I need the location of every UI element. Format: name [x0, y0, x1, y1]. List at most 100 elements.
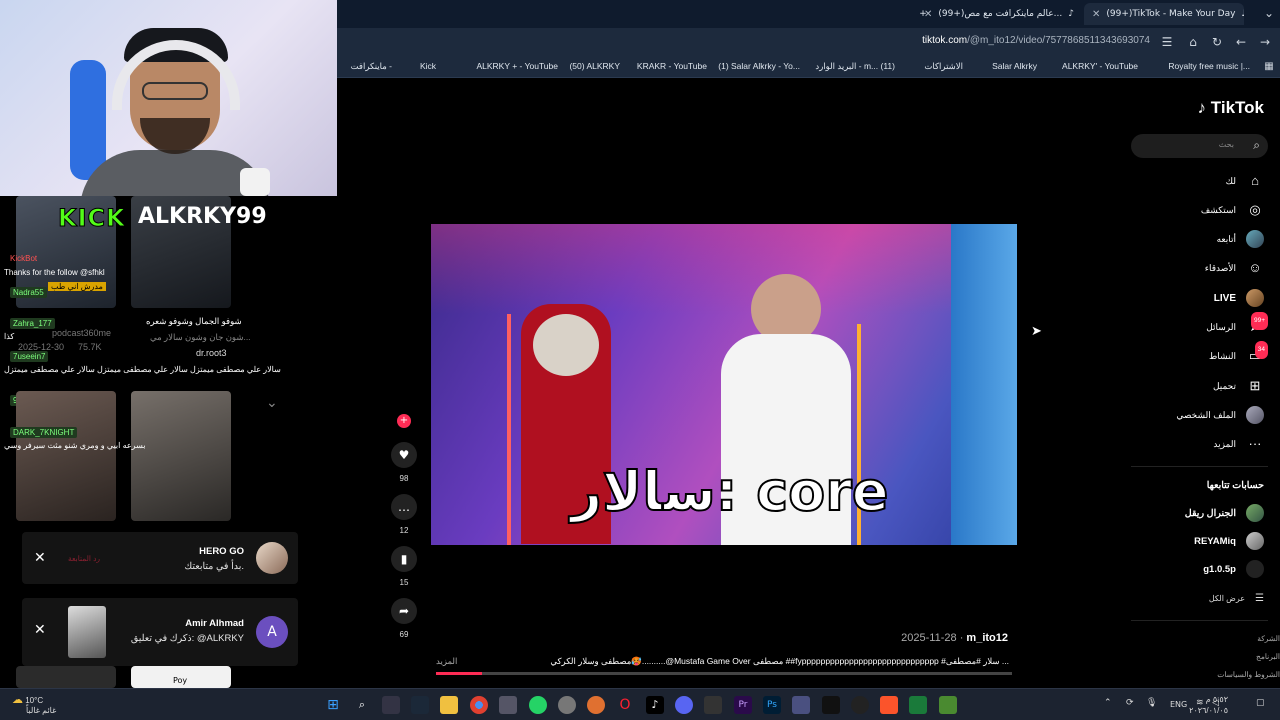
brave-icon[interactable]	[880, 696, 898, 714]
file-explorer-icon[interactable]	[440, 696, 458, 714]
video-title[interactable]: شوفو الجمال وشوفو شعره	[146, 316, 242, 327]
bookmark[interactable]: ALKRKY' - YouTube	[1062, 61, 1138, 71]
premiere-icon[interactable]: Pr	[734, 696, 752, 714]
see-all-link[interactable]: عرض الكل ☰	[1209, 588, 1264, 608]
video-author[interactable]: podcast360me	[52, 328, 111, 338]
bookmark[interactable]: ماينكرافت -	[351, 61, 392, 72]
footer-link[interactable]: البرنامج	[1256, 652, 1280, 661]
nav-explore[interactable]: استكشف ◎	[1201, 200, 1264, 220]
bookmark[interactable]: الاشتراكات	[924, 61, 963, 72]
search-icon[interactable]: ⌕	[1253, 138, 1260, 153]
app-icon[interactable]	[558, 696, 576, 714]
nav-upload[interactable]: تحميل ⊞	[1213, 376, 1264, 396]
follow-notification[interactable]: ✕ HERO GO بدأ في متابعتك. رد المتابعة	[22, 532, 298, 584]
tab-search-icon[interactable]: ⌄	[1262, 6, 1276, 20]
heart-icon[interactable]: ♥	[391, 442, 417, 468]
bookmark[interactable]: ALKRKY + - YouTube	[476, 61, 558, 71]
creator-avatar[interactable]: +	[391, 395, 417, 428]
video-title[interactable]: شون جان وشون سالار مي...	[150, 332, 251, 343]
save-button[interactable]: ▮ 15	[391, 546, 417, 587]
bookmark[interactable]: KRAKR - YouTube	[637, 61, 707, 71]
home-icon[interactable]: ⌂	[1186, 35, 1200, 49]
app-icon[interactable]	[499, 696, 517, 714]
tab-tiktok[interactable]: ✕ (99+)TikTok - Make Your Day ♪	[1084, 3, 1244, 25]
obs-icon[interactable]	[851, 696, 869, 714]
app-icon[interactable]	[587, 696, 605, 714]
close-tab-icon[interactable]: ✕	[1092, 9, 1100, 20]
video-author[interactable]: dr.root3	[196, 348, 227, 358]
video-thumbnail[interactable]: Poy	[131, 666, 231, 688]
weather-widget[interactable]: ☁ 10°C غائم غالباً	[12, 693, 56, 715]
bookmark-icon[interactable]: ▮	[391, 546, 417, 572]
bookmark[interactable]: (1) Salar Alkrky - Yo...	[718, 61, 800, 71]
nav-activity[interactable]: النشاط ▭34	[1209, 341, 1268, 366]
comment-button[interactable]: … 12	[391, 494, 417, 535]
nav-following[interactable]: أتابعه	[1217, 229, 1264, 249]
language-indicator[interactable]: ENG	[1170, 700, 1187, 709]
nav-live[interactable]: LIVE	[1214, 288, 1264, 308]
clock[interactable]: ٥:٥٢ م ٢٠٢٦/٠١/٠٥	[1189, 694, 1228, 716]
reload-icon[interactable]: ↻	[1210, 35, 1224, 49]
video-progress-bar[interactable]	[436, 672, 1012, 675]
photoshop-icon[interactable]: Ps	[763, 696, 781, 714]
video-player[interactable]: سالار: core	[431, 224, 1017, 545]
bookmark[interactable]: (50) ALKRKY	[569, 61, 620, 71]
back-icon[interactable]: →	[1258, 35, 1272, 49]
site-settings-icon[interactable]: ☰	[1160, 35, 1174, 49]
share-button[interactable]: ➦ 69	[391, 598, 417, 639]
nav-messages[interactable]: الرسائل ➤99+	[1206, 312, 1268, 337]
capcut-icon[interactable]	[822, 696, 840, 714]
nav-friends[interactable]: الأصدقاء ☺	[1205, 258, 1264, 278]
following-account[interactable]: g1.0.5p	[1203, 559, 1264, 579]
close-icon[interactable]: ✕	[34, 550, 46, 566]
bookmark[interactable]: Royalty free music |...	[1168, 61, 1250, 71]
bookmark[interactable]: البريد الوارد - m... (11)	[815, 61, 895, 72]
video-thumbnail[interactable]	[16, 666, 116, 688]
task-view-icon[interactable]	[382, 696, 400, 714]
app-icon[interactable]	[704, 696, 722, 714]
minecraft-icon[interactable]	[939, 696, 957, 714]
opera-icon[interactable]: O	[616, 696, 634, 714]
bookmark[interactable]: Salar Alkrky	[992, 61, 1037, 71]
mic-icon[interactable]: 🎙	[1146, 698, 1157, 708]
following-account[interactable]: REYAMiq	[1194, 531, 1264, 551]
bookmark[interactable]: Kick	[420, 61, 436, 71]
comment-icon[interactable]: …	[391, 494, 417, 520]
footer-link[interactable]: الشركة	[1257, 634, 1280, 643]
chevron-down-icon[interactable]: ⌄	[266, 394, 278, 411]
whatsapp-icon[interactable]	[529, 696, 547, 714]
video-author[interactable]: m_ito12	[966, 632, 1008, 644]
steam-icon[interactable]	[411, 696, 429, 714]
url-field[interactable]: tiktok.com/@m_ito12/video/75778685113436…	[922, 35, 1150, 46]
discord-icon[interactable]	[675, 696, 693, 714]
chrome-icon[interactable]	[470, 696, 488, 714]
tiktok-logo[interactable]: ♪ TikTok	[1198, 98, 1264, 118]
video-thumbnail[interactable]	[16, 391, 116, 521]
follow-plus-icon[interactable]: +	[397, 414, 411, 428]
app-icon[interactable]	[909, 696, 927, 714]
new-tab-button[interactable]: +	[912, 3, 934, 25]
app-icon[interactable]	[792, 696, 810, 714]
nav-more[interactable]: المزيد ···	[1213, 434, 1264, 454]
close-icon[interactable]: ✕	[34, 622, 46, 638]
nav-profile[interactable]: الملف الشخصي	[1176, 405, 1264, 425]
like-button[interactable]: ♥ 98	[391, 442, 417, 483]
app-tray-icon[interactable]: ⟳	[1126, 698, 1134, 708]
tray-chevron-icon[interactable]: ⌃	[1104, 698, 1112, 708]
tiktok-icon[interactable]: ♪	[646, 696, 664, 714]
nav-for-you[interactable]: لك ⌂	[1226, 171, 1264, 191]
footer-link[interactable]: الشروط والسياسات	[1217, 670, 1280, 679]
forward-icon[interactable]: ←	[1234, 35, 1248, 49]
tab-minecraft[interactable]: ✕ (99+)عالم ماينكرافت مع مص... ♪	[916, 3, 1080, 25]
mention-thumbnail[interactable]	[68, 606, 106, 658]
mention-notification[interactable]: A ✕ Amir Alhmad ذكرك في تعليق: @ALKRKY	[22, 598, 298, 666]
apps-icon[interactable]: ▦	[1262, 60, 1276, 74]
windows-start-icon[interactable]: ⊞	[324, 696, 342, 714]
notifications-icon[interactable]: ▢	[1256, 698, 1265, 708]
share-icon[interactable]: ➦	[391, 598, 417, 624]
more-link[interactable]: المزيد	[436, 656, 457, 667]
following-account[interactable]: الجنرال ريقل	[1185, 503, 1264, 523]
video-thumbnail[interactable]	[131, 391, 231, 521]
search-input[interactable]: بحث ⌕	[1131, 134, 1268, 158]
search-icon[interactable]: ⌕	[353, 696, 371, 714]
